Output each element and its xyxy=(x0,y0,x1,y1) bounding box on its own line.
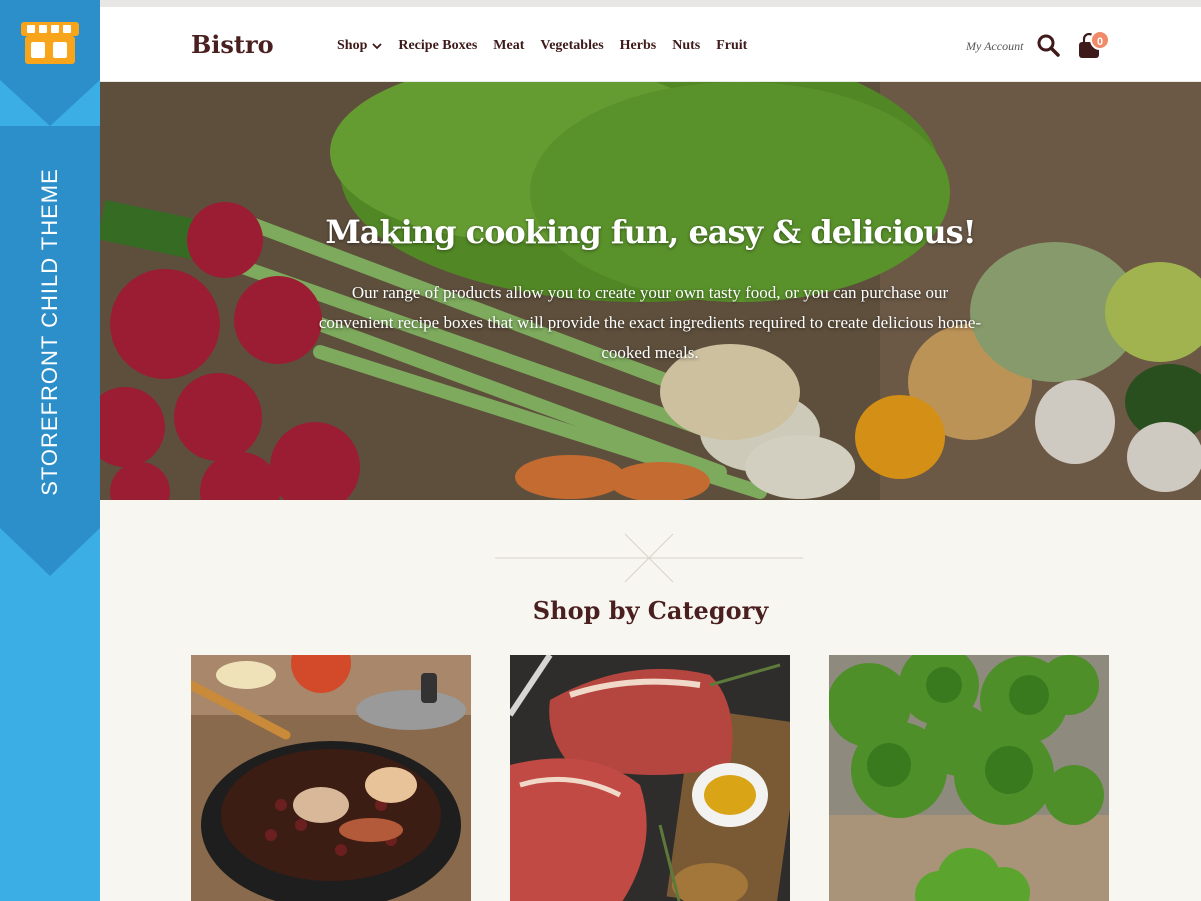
category-section: Shop by Category xyxy=(100,500,1201,901)
top-strip xyxy=(100,0,1201,7)
theme-ribbon: STOREFRONT CHILD THEME xyxy=(0,0,100,901)
nav-nuts[interactable]: Nuts xyxy=(672,38,700,54)
nav-recipe-boxes[interactable]: Recipe Boxes xyxy=(398,38,477,54)
site-logo[interactable]: Bistro xyxy=(191,30,274,59)
nav-shop[interactable]: Shop xyxy=(337,38,382,54)
my-account-link[interactable]: My Account xyxy=(966,39,1023,54)
stew-pot-image[interactable] xyxy=(191,655,471,901)
search-icon[interactable] xyxy=(1036,33,1060,57)
nav-vegetables[interactable]: Vegetables xyxy=(540,38,603,54)
hero-title: Making cooking fun, easy & delicious! xyxy=(325,213,976,251)
hero-description: Our range of products allow you to creat… xyxy=(318,283,982,362)
primary-nav: Shop Recipe Boxes Meat Vegetables Herbs … xyxy=(337,38,763,54)
section-divider xyxy=(495,533,803,583)
ribbon-notch xyxy=(0,80,100,126)
site-header: Bistro Shop Recipe Boxes Meat Vegetables… xyxy=(100,7,1201,82)
hero-banner: Making cooking fun, easy & delicious! Ou… xyxy=(100,82,1201,500)
cart-count-badge[interactable]: 0 xyxy=(1090,30,1110,50)
nav-herbs[interactable]: Herbs xyxy=(620,38,657,54)
nav-fruit[interactable]: Fruit xyxy=(716,38,747,54)
chevron-down-icon[interactable] xyxy=(372,41,382,51)
category-card-meat[interactable] xyxy=(510,655,790,901)
broccoli-image[interactable] xyxy=(829,655,1109,901)
nav-shop-label[interactable]: Shop xyxy=(337,38,367,54)
ribbon-fold xyxy=(0,528,100,576)
ribbon-label: STOREFRONT CHILD THEME xyxy=(37,168,62,496)
storefront-icon[interactable] xyxy=(21,22,79,64)
category-card-stew[interactable] xyxy=(191,655,471,901)
category-card-vegetables[interactable] xyxy=(829,655,1109,901)
nav-meat[interactable]: Meat xyxy=(493,38,524,54)
section-title: Shop by Category xyxy=(532,596,769,625)
page-main: Bistro Shop Recipe Boxes Meat Vegetables… xyxy=(100,0,1201,901)
raw-steak-image[interactable] xyxy=(510,655,790,901)
